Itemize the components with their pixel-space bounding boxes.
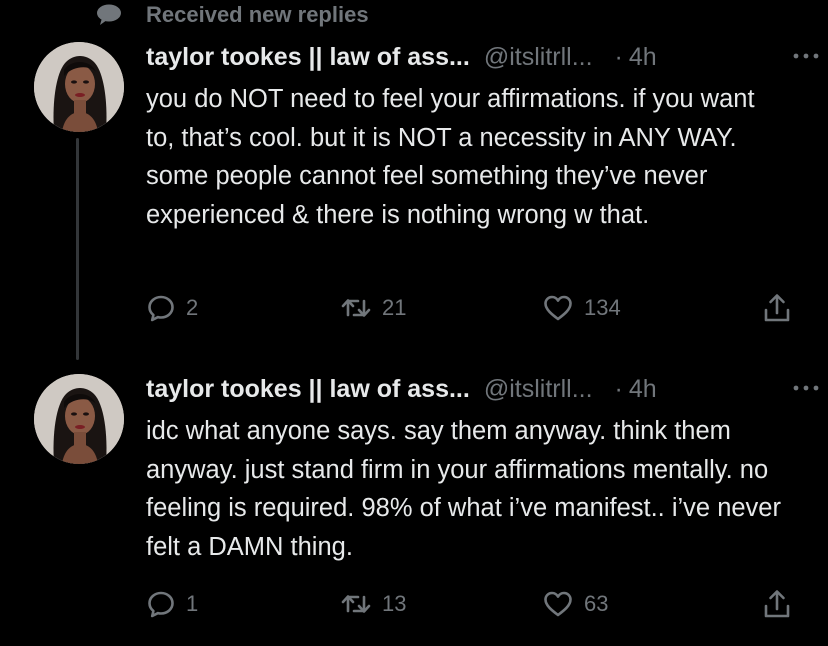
share-button[interactable] [762, 586, 792, 622]
reply-icon [146, 589, 176, 619]
reply-icon [146, 293, 176, 323]
heart-icon [542, 589, 574, 619]
retweet-button[interactable]: 13 [340, 586, 406, 622]
tweet-actions: 2 21 134 [0, 290, 828, 326]
author-handle[interactable]: @itslitrll... [484, 43, 593, 72]
retweet-button[interactable]: 21 [340, 290, 406, 326]
received-replies-header[interactable]: Received new replies [96, 0, 369, 30]
retweet-icon [340, 293, 372, 323]
more-options-icon[interactable] [792, 48, 820, 59]
speech-bubble-icon [96, 4, 122, 26]
like-count: 134 [584, 295, 621, 320]
reply-button[interactable]: 2 [146, 290, 198, 326]
tweet[interactable]: taylor tookes || law of ass... @itslitrl… [0, 366, 828, 646]
tweet-header: taylor tookes || law of ass... @itslitrl… [146, 372, 788, 406]
share-icon [762, 588, 792, 620]
separator-dot: · [614, 374, 623, 403]
retweet-count: 21 [382, 295, 407, 320]
author-handle[interactable]: @itslitrll... [484, 375, 593, 404]
retweet-count: 13 [382, 591, 407, 616]
tweet-header: taylor tookes || law of ass... @itslitrl… [146, 40, 788, 74]
reply-count: 1 [186, 591, 199, 616]
share-icon [762, 292, 792, 324]
author-name[interactable]: taylor tookes || law of ass... [146, 43, 470, 72]
tweet-text: you do NOT need to feel your affirmation… [146, 85, 755, 229]
timestamp[interactable]: 4h [629, 43, 657, 72]
timestamp[interactable]: 4h [629, 375, 657, 404]
share-button[interactable] [762, 290, 792, 326]
separator-dot: · [614, 42, 623, 71]
more-options-icon[interactable] [792, 380, 820, 391]
retweet-icon [340, 589, 372, 619]
reply-count: 2 [186, 295, 199, 320]
like-count: 63 [584, 591, 609, 616]
header-label: Received new replies [146, 2, 369, 27]
tweet-actions: 1 13 63 [0, 586, 828, 622]
heart-icon [542, 293, 574, 323]
like-button[interactable]: 134 [542, 290, 621, 326]
avatar[interactable] [34, 374, 124, 464]
reply-button[interactable]: 1 [146, 586, 198, 622]
author-name[interactable]: taylor tookes || law of ass... [146, 375, 470, 404]
like-button[interactable]: 63 [542, 586, 608, 622]
tweet[interactable]: taylor tookes || law of ass... @itslitrl… [0, 34, 828, 334]
tweet-text: idc what anyone says. say them anyway. t… [146, 417, 781, 561]
avatar[interactable] [34, 42, 124, 132]
